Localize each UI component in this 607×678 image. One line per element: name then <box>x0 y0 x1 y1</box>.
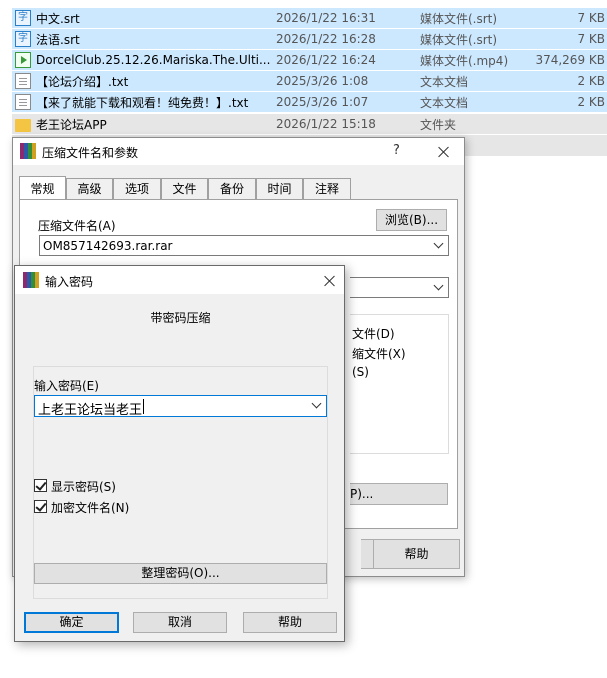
file-date: 2026/1/22 16:24 <box>276 53 376 67</box>
file-name: 老王论坛APP <box>36 117 107 132</box>
tab-general[interactable]: 常规 <box>19 176 66 199</box>
password-heading: 带密码压缩 <box>150 311 211 325</box>
tab-advanced[interactable]: 高级 <box>66 178 113 199</box>
tab-files[interactable]: 文件 <box>161 178 208 199</box>
chevron-down-icon <box>433 280 444 291</box>
file-row[interactable]: 字 法语.srt 2026/1/22 16:28 媒体文件(.srt) 7 KB <box>12 29 607 49</box>
file-list: 字 中文.srt 2026/1/22 16:31 媒体文件(.srt) 7 KB… <box>0 8 607 157</box>
file-date: 2025/3/26 1:07 <box>276 95 369 109</box>
archive-dialog-title: 压缩文件名和参数 <box>42 146 139 160</box>
subtitle-file-icon: 字 <box>15 31 31 47</box>
file-type: 文本文档 <box>420 74 469 89</box>
help-button[interactable]: 帮助 <box>243 612 337 633</box>
subtitle-file-icon: 字 <box>15 10 31 26</box>
file-row[interactable]: 字 中文.srt 2026/1/22 16:31 媒体文件(.srt) 7 KB <box>12 8 607 28</box>
file-type: 文件夹 <box>420 117 457 132</box>
organize-passwords-button[interactable]: 整理密码(O)... <box>34 563 327 584</box>
show-password-checkbox[interactable] <box>34 479 47 492</box>
file-type: 媒体文件(.mp4) <box>420 53 509 68</box>
file-name: DorcelClub.25.12.26.Mariska.The.Ulti... <box>36 53 271 67</box>
option-label: 缩文件(X) <box>352 347 406 361</box>
tab-time[interactable]: 时间 <box>256 178 303 199</box>
password-dialog-title: 输入密码 <box>45 275 94 289</box>
browse-button[interactable]: 浏览(B)... <box>376 209 447 231</box>
archive-options-group: 文件(D) 缩文件(X) (S) <box>350 314 449 454</box>
ok-button[interactable]: 确定 <box>24 612 119 633</box>
file-date: 2026/1/22 16:31 <box>276 11 376 25</box>
file-date: 2026/1/22 16:28 <box>276 32 376 46</box>
file-type: 文本文档 <box>420 95 469 110</box>
file-row[interactable]: 【论坛介绍】.txt 2025/3/26 1:08 文本文档 2 KB <box>12 71 607 91</box>
winrar-icon <box>23 272 39 288</box>
text-caret <box>143 399 144 414</box>
file-size: 2 KB <box>577 74 605 88</box>
archive-help-button[interactable]: 帮助 <box>373 539 460 569</box>
file-size: 2 KB <box>577 95 605 109</box>
update-mode-combo[interactable] <box>350 277 449 298</box>
file-name: 【来了就能下载和观看！纯免费！】.txt <box>36 95 249 110</box>
password-label: 输入密码(E) <box>34 379 99 393</box>
option-label: 文件(D) <box>352 327 395 341</box>
tab-comment[interactable]: 注释 <box>303 178 351 199</box>
winrar-icon <box>20 143 36 159</box>
folder-icon <box>15 118 31 132</box>
file-row[interactable]: 【来了就能下载和观看！纯免费！】.txt 2025/3/26 1:07 文本文档… <box>12 92 607 112</box>
archive-name-label: 压缩文件名(A) <box>38 219 116 233</box>
close-icon[interactable] <box>324 275 336 287</box>
password-value: 上老王论坛当老王 <box>38 403 143 418</box>
tab-backup[interactable]: 备份 <box>208 178 256 199</box>
video-file-icon <box>15 52 31 68</box>
file-date: 2026/1/22 15:18 <box>276 117 376 131</box>
file-size: 7 KB <box>577 32 605 46</box>
file-date: 2025/3/26 1:08 <box>276 74 369 88</box>
file-name: 法语.srt <box>36 32 80 47</box>
help-question-icon[interactable]: ? <box>393 143 400 158</box>
file-row[interactable]: 老王论坛APP 2026/1/22 15:18 文件夹 <box>12 114 607 134</box>
chevron-down-icon <box>433 238 444 249</box>
close-icon[interactable] <box>438 146 450 158</box>
chevron-down-icon <box>311 398 322 409</box>
file-size: 374,269 KB <box>535 53 605 67</box>
set-password-button[interactable]: P)... <box>350 483 448 505</box>
file-name: 中文.srt <box>36 11 80 26</box>
file-size: 7 KB <box>577 11 605 25</box>
archive-name-combo[interactable]: OM857142693.rar.rar <box>39 235 449 256</box>
encrypt-names-label[interactable]: 加密文件名(N) <box>51 499 129 516</box>
password-dialog-titlebar[interactable]: 输入密码 <box>15 266 344 294</box>
file-name: 【论坛介绍】.txt <box>36 74 129 89</box>
option-label: (S) <box>352 365 369 379</box>
encrypt-names-checkbox[interactable] <box>34 500 47 513</box>
file-type: 媒体文件(.srt) <box>420 32 498 47</box>
password-input[interactable]: 上老王论坛当老王 <box>34 395 327 418</box>
text-file-icon <box>15 73 31 89</box>
tab-options[interactable]: 选项 <box>113 178 161 199</box>
text-file-icon <box>15 94 31 110</box>
cancel-button[interactable]: 取消 <box>133 612 227 633</box>
password-dialog: 输入密码 带密码压缩 输入密码(E) 上老王论坛当老王 显示密码(S) 加密文件… <box>14 265 345 642</box>
archive-name-value: OM857142693.rar.rar <box>43 239 173 253</box>
file-type: 媒体文件(.srt) <box>420 11 498 26</box>
show-password-label[interactable]: 显示密码(S) <box>51 478 116 495</box>
file-row[interactable]: DorcelClub.25.12.26.Mariska.The.Ulti... … <box>12 50 607 70</box>
archive-dialog-titlebar[interactable]: 压缩文件名和参数 ? <box>13 138 464 165</box>
